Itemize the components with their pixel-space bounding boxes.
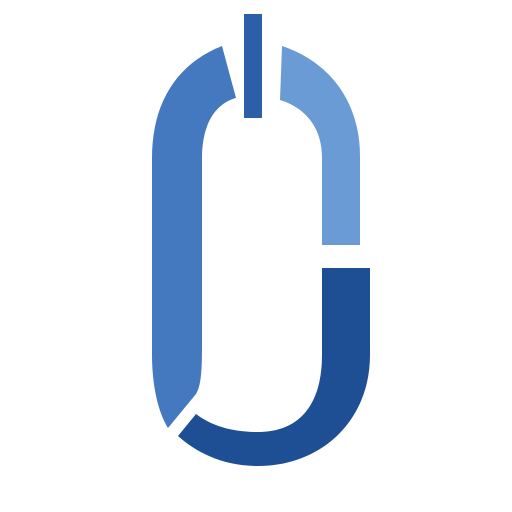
logo-left-arc [152,46,236,428]
power-link-logo-icon [152,14,370,466]
logo-top-right-arc [280,46,360,245]
logo-bottom-arc [178,268,370,466]
logo-center-bar [244,14,262,118]
logo-canvas [0,0,512,512]
